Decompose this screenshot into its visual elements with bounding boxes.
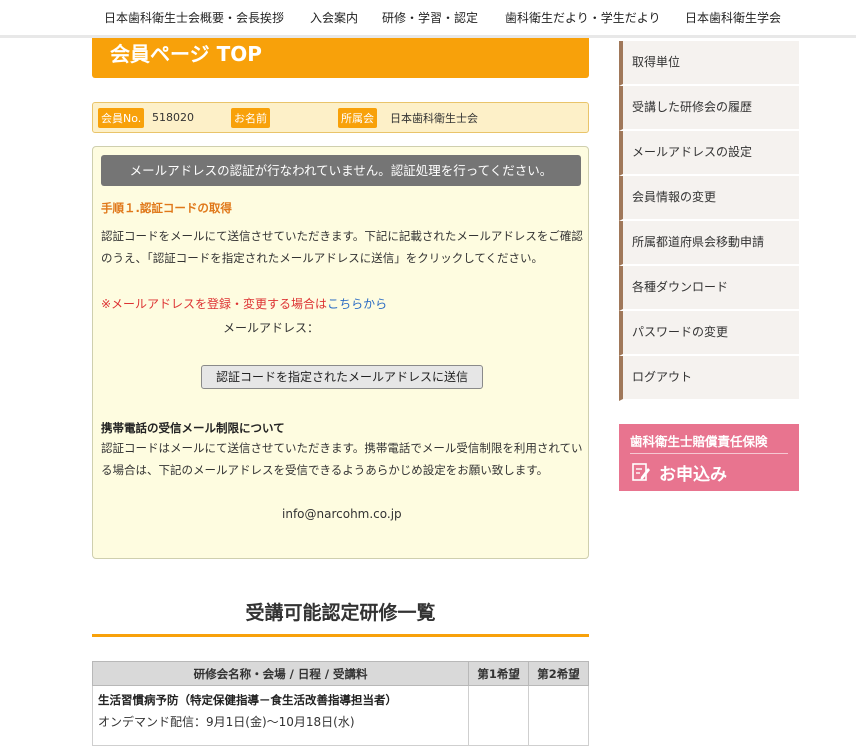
member-no-value: 518020 [152,111,194,124]
member-info-bar: 会員No. 518020 お名前 所属会 日本歯科衛生士会 [92,102,589,133]
first-choice-cell[interactable] [468,685,530,746]
sidebar-item-history[interactable]: 受講した研修会の履歴 [619,86,799,131]
member-name-label: お名前 [231,107,270,128]
nav-training[interactable]: 研修・学習・認定 [382,0,478,36]
sidebar-item-transfer[interactable]: 所属都道府県会移動申請 [619,221,799,266]
register-email-link[interactable]: こちらから [327,297,387,311]
step-title: 手順１.認証コードの取得 [101,201,232,215]
table-row: 生活習慣病予防（特定保健指導－食生活改善指導担当者） オンデマンド配信：9月1日… [91,685,589,746]
header-second-choice: 第2希望 [528,661,589,686]
step-description: 認証コードをメールにて送信させていただきます。下記に記載されたメールアドレスをご… [101,229,583,265]
header-first-choice: 第1希望 [468,661,530,686]
banner-apply-label: お申込み [659,465,727,485]
affiliation-label: 所属会 [338,107,377,128]
sidebar-item-password[interactable]: パスワードの変更 [619,311,799,356]
second-choice-cell[interactable] [528,685,589,746]
sidebar-item-logout[interactable]: ログアウト [619,356,799,401]
verification-alert: メールアドレスの認証が行なわれていません。認証処理を行ってください。 [101,155,581,186]
nav-newsletter[interactable]: 歯科衛生だより・学生だより [505,0,661,36]
member-no-label: 会員No. [98,107,145,128]
course-name: 生活習慣病予防（特定保健指導－食生活改善指導担当者） [98,693,397,707]
courses-table: 研修会名称・会場 / 日程 / 受講料 第1希望 第2希望 生活習慣病予防（特定… [91,661,589,746]
header-course: 研修会名称・会場 / 日程 / 受講料 [91,661,470,686]
insurance-banner[interactable]: 歯科衛生士賠償責任保険 お申込み [619,424,799,491]
send-code-button[interactable]: 認証コードを指定されたメールアドレスに送信 [201,365,483,389]
email-verification-panel: メールアドレスの認証が行なわれていません。認証処理を行ってください。 手順１.認… [92,146,589,559]
register-note-text: ※メールアドレスを登録・変更する場合は [101,297,328,311]
sidebar-item-member-info[interactable]: 会員情報の変更 [619,176,799,221]
nav-about[interactable]: 日本歯科衛生士会概要・会長挨拶 [104,0,284,36]
email-address-label: メールアドレス： [223,321,320,335]
edit-icon [632,463,650,481]
affiliation-value: 日本歯科衛生士会 [390,111,478,125]
banner-title: 歯科衛生士賠償責任保険 [630,434,768,449]
top-navigation: 日本歯科衛生士会概要・会長挨拶 入会案内 研修・学習・認定 歯科衛生だより・学生… [0,0,856,38]
page-title: 会員ページ TOP [92,38,589,78]
register-email-note: ※メールアドレスを登録・変更する場合はこちらから [101,295,387,312]
sidebar-item-email-settings[interactable]: メールアドレスの設定 [619,131,799,176]
banner-divider [630,453,788,454]
table-header-row: 研修会名称・会場 / 日程 / 受講料 第1希望 第2希望 [91,661,589,686]
nav-society[interactable]: 日本歯科衛生学会 [685,0,781,36]
sender-email: info@narcohm.co.jp [282,507,402,521]
section-underline [92,634,589,637]
course-date: オンデマンド配信：9月1日(金)～10月18日(水) [98,715,355,729]
courses-section-title: 受講可能認定研修一覧 [245,602,436,624]
nav-join[interactable]: 入会案内 [310,0,358,36]
sidebar-item-credits[interactable]: 取得単位 [619,41,799,86]
sidebar-item-downloads[interactable]: 各種ダウンロード [619,266,799,311]
mobile-restriction-title: 携帯電話の受信メール制限について [101,421,285,435]
mobile-restriction-text: 認証コードはメールにて送信させていただきます。携帯電話でメール受信制限を利用され… [101,441,583,477]
sidebar-menu: 取得単位 受講した研修会の履歴 メールアドレスの設定 会員情報の変更 所属都道府… [619,41,799,401]
course-cell: 生活習慣病予防（特定保健指導－食生活改善指導担当者） オンデマンド配信：9月1日… [91,685,470,746]
